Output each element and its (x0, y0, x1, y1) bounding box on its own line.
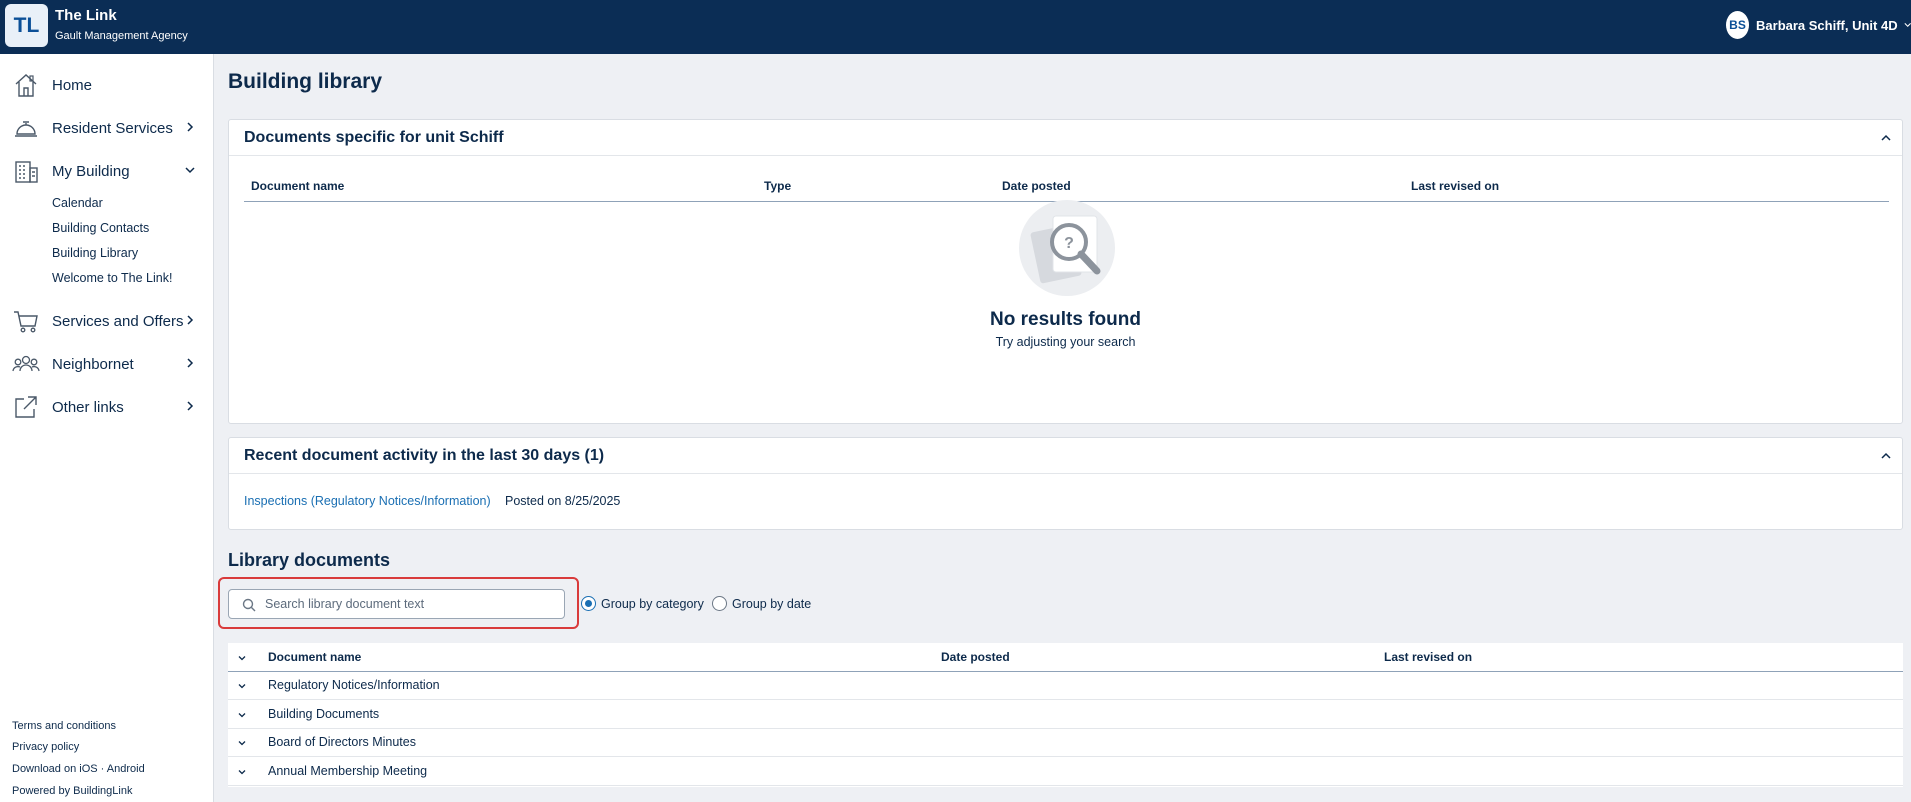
external-link-icon (15, 396, 37, 418)
chevron-right-icon (187, 358, 194, 368)
category-label: Regulatory Notices/Information (268, 678, 440, 692)
chevron-down-icon[interactable] (237, 710, 247, 720)
recent-activity-card: Recent document activity in the last 30 … (228, 437, 1903, 530)
sidebar: Home Resident Services My Building Calen… (0, 54, 214, 802)
column-header-document-name[interactable]: Document name (251, 179, 344, 193)
sidebar-item-label: Home (52, 76, 93, 94)
sidebar-item-label: Resident Services (52, 119, 173, 137)
radio-selected-icon (581, 596, 596, 611)
column-header-date-posted[interactable]: Date posted (941, 650, 1010, 664)
category-label: Annual Membership Meeting (268, 764, 428, 778)
sidebar-item-label: My Building (52, 162, 130, 180)
sidebar-item-home[interactable]: Home (0, 69, 214, 101)
column-header-date-posted[interactable]: Date posted (1002, 179, 1071, 193)
chevron-right-icon (187, 315, 194, 325)
chevron-down-icon (1904, 22, 1911, 27)
sidebar-item-my-building[interactable]: My Building (0, 155, 214, 187)
category-row-building-documents[interactable]: Building Documents (228, 701, 1903, 729)
recent-activity-header[interactable]: Recent document activity in the last 30 … (229, 438, 1902, 474)
terms-link[interactable]: Terms and conditions (12, 720, 116, 732)
concierge-bell-icon (15, 121, 37, 137)
top-bar: TL The Link Gault Management Agency BS B… (0, 0, 1911, 54)
group-by-category-radio[interactable]: Group by category (581, 596, 704, 611)
sidebar-item-label: Neighbornet (52, 355, 134, 373)
svg-text:?: ? (1064, 235, 1074, 252)
library-search-input[interactable] (265, 591, 560, 617)
library-search-box[interactable] (228, 589, 565, 619)
library-documents-table: Document name Date posted Last revised o… (228, 643, 1903, 787)
unit-documents-header[interactable]: Documents specific for unit Schiff (229, 120, 1902, 156)
building-icon (15, 161, 38, 183)
category-label: Board of Directors Minutes (268, 735, 416, 749)
chevron-down-icon[interactable] (237, 653, 247, 663)
sidebar-item-label: Other links (52, 398, 124, 416)
category-label: Building Documents (268, 707, 380, 721)
sidebar-item-resident-services[interactable]: Resident Services (0, 112, 214, 144)
app-title: The Link (55, 7, 117, 24)
sidebar-sub-item-building-contacts[interactable]: Building Contacts (52, 221, 149, 235)
chevron-down-icon[interactable] (237, 767, 247, 777)
chevron-down-icon (185, 167, 195, 174)
empty-state-subtitle: Try adjusting your search (995, 335, 1136, 349)
category-row-regulatory[interactable]: Regulatory Notices/Information (228, 672, 1903, 700)
chevron-up-icon[interactable] (1880, 450, 1892, 462)
recent-document-posted-date: Posted on 8/25/2025 (505, 494, 621, 508)
sidebar-sub-item-building-library[interactable]: Building Library (52, 246, 138, 260)
empty-state-title: No results found (990, 309, 1141, 330)
radio-unselected-icon (712, 596, 727, 611)
sidebar-item-label: Services and Offers (52, 312, 184, 330)
sidebar-sub-item-calendar[interactable]: Calendar (52, 196, 103, 210)
page-title: Building library (228, 70, 383, 93)
chevron-right-icon (187, 401, 194, 411)
group-by-date-radio[interactable]: Group by date (712, 596, 811, 611)
download-app-link[interactable]: Download on iOS · Android (12, 763, 145, 775)
table-header-row: Document name Date posted Last revised o… (228, 643, 1903, 672)
app-logo[interactable]: TL (5, 4, 48, 47)
cart-icon (14, 311, 38, 333)
unit-documents-title: Documents specific for unit Schiff (244, 129, 504, 146)
library-documents-title: Library documents (228, 550, 391, 570)
user-name: Barbara Schiff, Unit 4D (1756, 17, 1898, 33)
search-icon (242, 598, 256, 612)
column-header-last-revised[interactable]: Last revised on (1411, 179, 1499, 193)
home-icon (15, 74, 37, 97)
user-menu[interactable]: BS Barbara Schiff, Unit 4D (1726, 11, 1911, 39)
category-row-annual-meeting[interactable]: Annual Membership Meeting (228, 758, 1903, 786)
group-by-category-label: Group by category (601, 596, 704, 611)
sidebar-sub-item-welcome[interactable]: Welcome to The Link! (52, 271, 172, 285)
unit-documents-card: Documents specific for unit Schiff Docum… (228, 119, 1903, 424)
chevron-down-icon[interactable] (237, 681, 247, 691)
recent-document-link[interactable]: Inspections (Regulatory Notices/Informat… (244, 494, 491, 508)
agency-name: Gault Management Agency (55, 30, 188, 42)
chevron-right-icon (187, 122, 194, 132)
powered-by-link[interactable]: Powered by BuildingLink (12, 785, 132, 797)
people-icon (12, 355, 40, 372)
group-by-date-label: Group by date (732, 596, 812, 611)
column-header-type[interactable]: Type (764, 179, 791, 193)
column-header-document-name[interactable]: Document name (268, 650, 361, 664)
sidebar-item-other-links[interactable]: Other links (0, 391, 214, 423)
column-header-last-revised[interactable]: Last revised on (1384, 650, 1472, 664)
chevron-down-icon[interactable] (237, 738, 247, 748)
privacy-link[interactable]: Privacy policy (12, 741, 79, 753)
chevron-up-icon[interactable] (1880, 132, 1892, 144)
avatar: BS (1726, 11, 1750, 39)
recent-activity-title: Recent document activity in the last 30 … (244, 447, 605, 464)
sidebar-item-services-and-offers[interactable]: Services and Offers (0, 305, 214, 337)
sidebar-item-neighbornet[interactable]: Neighbornet (0, 348, 214, 380)
category-row-board-minutes[interactable]: Board of Directors Minutes (228, 729, 1903, 757)
search-empty-icon: ? (1019, 200, 1115, 296)
